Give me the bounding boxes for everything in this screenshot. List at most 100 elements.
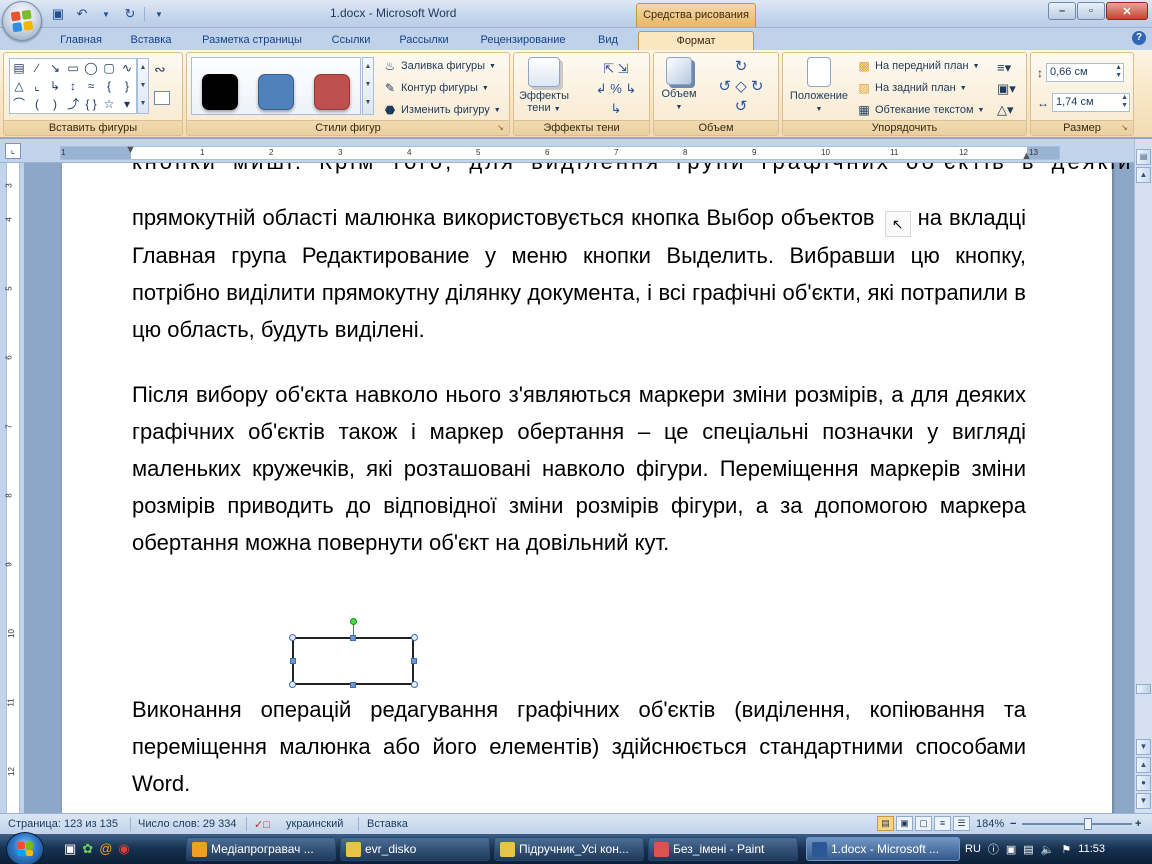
tab-review[interactable]: Рецензирование (470, 31, 576, 50)
scroll-thumb[interactable] (1136, 684, 1151, 694)
curve-shape-icon[interactable]: ∿ (118, 59, 136, 77)
green-app-icon[interactable]: ✿ (82, 841, 93, 857)
language-indicator[interactable]: украинский (286, 818, 343, 830)
tab-references[interactable]: Ссылки (322, 31, 380, 50)
curve-arrow-icon[interactable]: ⤴ (64, 95, 82, 113)
help-icon[interactable]: ? (1132, 31, 1146, 45)
edit-points-icon[interactable]: ∾ (154, 61, 166, 78)
resize-handle-right[interactable] (411, 658, 417, 664)
show-desktop-icon[interactable]: ▣ (64, 841, 76, 857)
language-indicator[interactable]: RU (965, 843, 981, 855)
redo-icon[interactable]: ↻ (120, 5, 140, 23)
rotation-handle[interactable] (350, 618, 357, 625)
opera-icon[interactable]: ◉ (118, 841, 129, 857)
document-page[interactable]: кнопки миші. Крім того, для виділення гр… (62, 163, 1130, 813)
elbow-arrow-icon[interactable]: ↳ (46, 77, 64, 95)
print-layout-view-icon[interactable]: ▤ (877, 816, 894, 831)
triangle-shape-icon[interactable]: △ (10, 77, 28, 95)
brace-right-shape-icon[interactable]: } (118, 77, 136, 95)
style-gallery-scroll[interactable]: ▲ ▼ ▼ (362, 57, 374, 115)
brace-shape-icon[interactable]: { (100, 77, 118, 95)
arrow-shape-icon[interactable]: ↘ (46, 59, 64, 77)
shape-fill-button[interactable]: ♨ Заливка фигуры ▼ (383, 59, 496, 73)
indent-marker-icon[interactable]: ▼ (125, 144, 136, 156)
arc-shape-icon[interactable]: ⌒ (10, 95, 28, 113)
rounded-rect-shape-icon[interactable]: ▢ (100, 59, 118, 77)
freeform-shape-icon[interactable]: ≈ (82, 77, 100, 95)
rectangle-shape-icon[interactable]: ▭ (64, 59, 82, 77)
zoom-slider-thumb[interactable] (1084, 818, 1092, 830)
next-page-button[interactable]: ▼ (1136, 793, 1151, 809)
tab-view[interactable]: Вид (588, 31, 628, 50)
taskbar-item-textbook[interactable]: Підручник_Усі кон... (494, 837, 644, 861)
zoom-level[interactable]: 184% (976, 818, 1004, 830)
scroll-down-button[interactable]: ▼ (1136, 739, 1151, 755)
tab-page-layout[interactable]: Разметка страницы (192, 31, 312, 50)
shape-outline-button[interactable]: ✎ Контур фигуры ▼ (383, 81, 489, 95)
web-layout-icon[interactable]: ▢ (915, 816, 932, 831)
word-count[interactable]: Число слов: 29 334 (138, 818, 236, 830)
brace-pair-icon[interactable]: { } (82, 95, 100, 113)
spellcheck-icon[interactable]: ✓□ (254, 818, 270, 831)
volume-button[interactable]: Объем ▼ (656, 57, 702, 114)
resize-handle-top-left[interactable] (289, 634, 296, 641)
volume-icon[interactable]: 🔈 (1041, 843, 1055, 856)
send-to-back-button[interactable]: ▨ На задний план ▼ (857, 81, 966, 95)
taskbar-item-folder[interactable]: evr_disko (340, 837, 490, 861)
tab-selector[interactable]: ⌞ (5, 143, 21, 159)
tab-home[interactable]: Главная (52, 31, 110, 50)
more-shapes-icon[interactable]: ▾ (118, 95, 136, 113)
close-button[interactable]: ✕ (1106, 2, 1148, 20)
dialog-launcher-icon[interactable]: ↘ (497, 123, 507, 133)
flag-icon[interactable]: ⚑ (1061, 843, 1071, 856)
shadow-effects-button[interactable]: Эффекты тени ▼ (516, 57, 572, 116)
resize-handle-bottom[interactable] (350, 682, 356, 688)
browse-object-button[interactable]: ● (1136, 775, 1151, 791)
resize-handle-left[interactable] (290, 658, 296, 664)
style-swatch-black[interactable] (202, 74, 238, 110)
style-swatch-blue[interactable] (258, 74, 294, 110)
start-button[interactable] (6, 832, 44, 864)
shape-style-gallery[interactable] (191, 57, 361, 115)
browser-icon[interactable]: @ (99, 841, 112, 857)
elbow-connector-icon[interactable]: ⌞ (28, 77, 46, 95)
change-shape-button[interactable]: ⬣ Изменить фигуру ▼ (383, 103, 501, 117)
selected-rectangle-shape[interactable] (292, 637, 414, 685)
help-icon[interactable]: ⓘ (988, 841, 999, 857)
zoom-slider[interactable] (1022, 818, 1132, 830)
clock[interactable]: 11:53 (1078, 843, 1105, 855)
customize-qat-icon[interactable]: ▼ (149, 5, 169, 23)
maximize-button[interactable]: ▫ (1077, 2, 1105, 20)
zoom-in-icon[interactable]: + (1135, 818, 1141, 830)
document-workspace[interactable]: кнопки миші. Крім того, для виділення гр… (24, 163, 1134, 813)
position-button[interactable]: Положение ▼ (785, 57, 853, 116)
shapes-gallery-scroll[interactable]: ▲ ▼ ▼ (137, 58, 149, 114)
vertical-scrollbar[interactable]: ▤ ▲ ▼ ▲ ● ▼ (1134, 139, 1152, 813)
bring-to-front-button[interactable]: ▩ На передний план ▼ (857, 59, 979, 73)
shadow-nudge-arrows-icon[interactable]: ⇱ ⇲ ↲ % ↳ ↳ (588, 59, 644, 119)
vertical-ruler[interactable]: 3 4 5 6 7 8 9 10 11 12 (0, 163, 24, 813)
horizontal-ruler[interactable]: ▼ ▲ 1 1 2 3 4 5 6 7 8 9 10 11 12 13 (60, 144, 1060, 162)
view-ruler-icon[interactable]: ▤ (1136, 149, 1151, 165)
textbox-shape-icon[interactable]: ▤ (10, 59, 28, 77)
shapes-gallery[interactable]: ▤ ∕ ↘ ▭ ◯ ▢ ∿ △ ⌞ ↳ ↕ ≈ { } ⌒ ( ) ⤴ { } … (9, 58, 137, 114)
dialog-launcher-icon[interactable]: ↘ (1121, 123, 1131, 133)
zoom-out-icon[interactable]: − (1010, 818, 1016, 830)
line-shape-icon[interactable]: ∕ (28, 59, 46, 77)
office-button[interactable] (2, 1, 42, 41)
network-icon[interactable]: ▤ (1023, 843, 1033, 856)
chevron-down-icon[interactable]: ▼ (96, 5, 116, 23)
tab-mailings[interactable]: Рассылки (392, 31, 456, 50)
oval-shape-icon[interactable]: ◯ (82, 59, 100, 77)
tray-app-icon[interactable]: ▣ (1006, 843, 1016, 856)
scroll-up-button[interactable]: ▲ (1136, 167, 1151, 183)
page-counter[interactable]: Страница: 123 из 135 (8, 818, 118, 830)
star-shape-icon[interactable]: ☆ (100, 95, 118, 113)
resize-handle-bottom-right[interactable] (411, 681, 418, 688)
undo-icon[interactable]: ↶ (72, 5, 92, 23)
shape-width-spinner[interactable]: ↔ 1,74 см ▲ ▼ (1037, 93, 1130, 112)
style-swatch-red[interactable] (314, 74, 350, 110)
text-wrap-button[interactable]: ▦ Обтекание текстом ▼ (857, 103, 984, 117)
draft-view-icon[interactable]: ☰ (953, 816, 970, 831)
insert-mode-indicator[interactable]: Вставка (367, 818, 408, 830)
